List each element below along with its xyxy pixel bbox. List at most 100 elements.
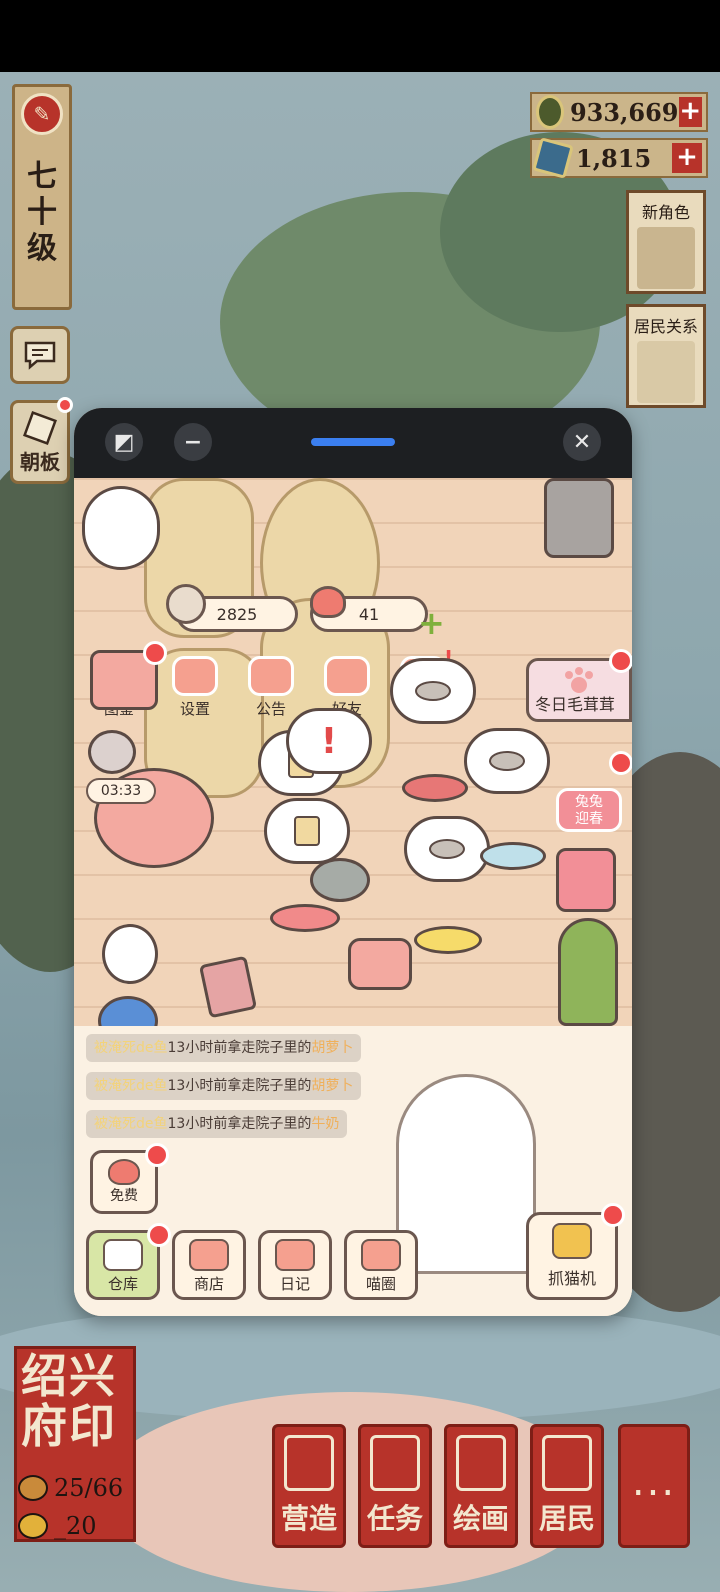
- smiley-icon: [18, 1513, 48, 1539]
- add-gems-button[interactable]: +: [672, 143, 702, 173]
- gems-value: 1,815: [576, 143, 652, 173]
- fish-request-bubble[interactable]: [464, 728, 550, 794]
- feed-message: 被淹死de鱼13小时前拿走院子里的胡萝卜: [86, 1072, 362, 1100]
- eraser-button[interactable]: [90, 641, 167, 710]
- potted-plant: [558, 918, 618, 1026]
- feed-message: 被淹死de鱼13小时前拿走院子里的胡萝卜: [86, 1034, 362, 1062]
- character-portrait: [637, 227, 695, 289]
- nav-label: 营造: [280, 1502, 337, 1535]
- red-bowl[interactable]: [402, 774, 468, 802]
- feed-text: 13小时前拿走院子里的: [167, 1040, 312, 1056]
- mouse-icon: [88, 730, 136, 774]
- menu-label: 公告: [255, 700, 286, 718]
- feed-text: 13小时前拿走院子里的: [167, 1116, 312, 1132]
- coins-display: 933,669 +: [530, 92, 708, 132]
- court-board-button[interactable]: 朝板: [10, 397, 73, 484]
- menu-settings[interactable]: 设置: [164, 656, 226, 719]
- feed-item: 胡萝卜: [311, 1078, 354, 1094]
- nav-painting-button[interactable]: 绘画: [444, 1424, 518, 1548]
- gift-icon: [248, 656, 294, 696]
- notification-dot: [147, 1223, 171, 1247]
- activity-feed: 被淹死de鱼13小时前拿走院子里的胡萝卜 被淹死de鱼13小时前拿走院子里的胡萝…: [74, 1026, 632, 1316]
- bottom-label: 仓库: [107, 1275, 138, 1293]
- yellow-bowl[interactable]: [414, 926, 482, 954]
- bunny-spring-badge[interactable]: 兔兔 迎春: [556, 751, 632, 832]
- board-label: 朝板: [20, 449, 60, 474]
- seal-text: 绍兴 府印: [21, 1349, 117, 1453]
- notification-dot: [609, 649, 632, 673]
- resident-icon: [542, 1435, 592, 1491]
- close-button[interactable]: ✕: [563, 423, 601, 461]
- cat[interactable]: [310, 858, 370, 902]
- population-display: 25/66: [18, 1474, 123, 1502]
- menu-notice[interactable]: 公告: [240, 656, 302, 719]
- warehouse-button[interactable]: 仓库: [86, 1223, 171, 1300]
- drag-handle[interactable]: [311, 438, 395, 446]
- fish-request-bubble[interactable]: [404, 816, 490, 882]
- feed-message: 被淹死de鱼13小时前拿走院子里的牛奶: [86, 1110, 348, 1138]
- happiness-value: _20: [54, 1512, 97, 1540]
- fish-icon: [415, 681, 451, 701]
- window-header[interactable]: ◩ − ✕: [74, 408, 632, 478]
- free-button[interactable]: 免费: [90, 1143, 169, 1214]
- feed-text: 13小时前拿走院子里的: [167, 1078, 312, 1094]
- heart-count: 41: [358, 604, 380, 624]
- fish-request-bubble[interactable]: [390, 658, 476, 724]
- coin-icon: [536, 95, 564, 129]
- stove: [544, 478, 614, 558]
- add-coins-button[interactable]: +: [678, 97, 702, 127]
- book-icon: [370, 1435, 420, 1491]
- blossom-trees: [100, 1392, 600, 1592]
- happiness-display: _20: [18, 1512, 97, 1540]
- cat-box: [556, 848, 616, 912]
- feed-item: 胡萝卜: [311, 1040, 354, 1056]
- blue-bowl[interactable]: [480, 842, 546, 870]
- diary-button[interactable]: 日记: [258, 1230, 332, 1300]
- warehouse-icon: [103, 1239, 143, 1271]
- feed-user: 被淹死de鱼: [94, 1078, 168, 1094]
- shop-icon: [189, 1239, 229, 1271]
- claw-machine-button[interactable]: 抓猫机: [526, 1203, 625, 1300]
- nav-build-button[interactable]: 营造: [272, 1424, 346, 1548]
- friends-icon: [324, 656, 370, 696]
- event-label: 冬日毛茸茸: [535, 695, 616, 714]
- chat-button[interactable]: [10, 326, 70, 384]
- fish-icon: [166, 584, 206, 624]
- badge-text: 兔兔 迎春: [575, 794, 603, 827]
- bottom-label: 商店: [193, 1275, 224, 1293]
- fish-icon: [429, 839, 465, 859]
- more-button[interactable]: ...: [618, 1424, 690, 1548]
- gear-icon: [172, 656, 218, 696]
- cat-planet-icon: [361, 1239, 401, 1271]
- feed-user: 被淹死de鱼: [94, 1040, 168, 1056]
- relations-label: 居民关系: [633, 317, 698, 336]
- nav-residents-button[interactable]: 居民: [530, 1424, 604, 1548]
- pink-bowl[interactable]: [270, 904, 340, 932]
- resize-button[interactable]: ◩: [105, 423, 143, 461]
- minimize-button[interactable]: −: [174, 423, 212, 461]
- feed-user: 被淹死de鱼: [94, 1116, 168, 1132]
- food-request-bubble[interactable]: [264, 798, 350, 864]
- alert-bubble[interactable]: !: [286, 708, 372, 774]
- add-hearts-button[interactable]: +: [418, 604, 445, 642]
- notification-dot: [609, 751, 632, 775]
- fish-icon: [489, 751, 525, 771]
- shop-button[interactable]: 商店: [172, 1230, 246, 1300]
- player-avatar[interactable]: [82, 486, 160, 570]
- floating-window: ◩ − ✕ 2825 41 + 图鉴: [74, 408, 632, 1316]
- resident-icon: [18, 1475, 48, 1501]
- nav-label: 绘画: [452, 1502, 509, 1535]
- level-text: 七 十 级: [27, 159, 57, 266]
- new-character-card[interactable]: 新角色: [626, 190, 706, 294]
- notification-dot: [143, 641, 167, 665]
- cat-circle-button[interactable]: 喵圈: [344, 1230, 418, 1300]
- cat-game-room: 2825 41 + 图鉴 设置 公告 好友: [74, 478, 632, 1316]
- heart-icon: [310, 586, 346, 618]
- level-plaque[interactable]: ✎ 七 十 级: [12, 84, 72, 310]
- nav-tasks-button[interactable]: 任务: [358, 1424, 432, 1548]
- free-label: 免费: [110, 1188, 138, 1204]
- claw-label: 抓猫机: [547, 1269, 596, 1288]
- resident-relations-card[interactable]: 居民关系: [626, 304, 706, 408]
- new-character-label: 新角色: [641, 203, 690, 222]
- event-tab[interactable]: 冬日毛茸茸: [526, 649, 632, 722]
